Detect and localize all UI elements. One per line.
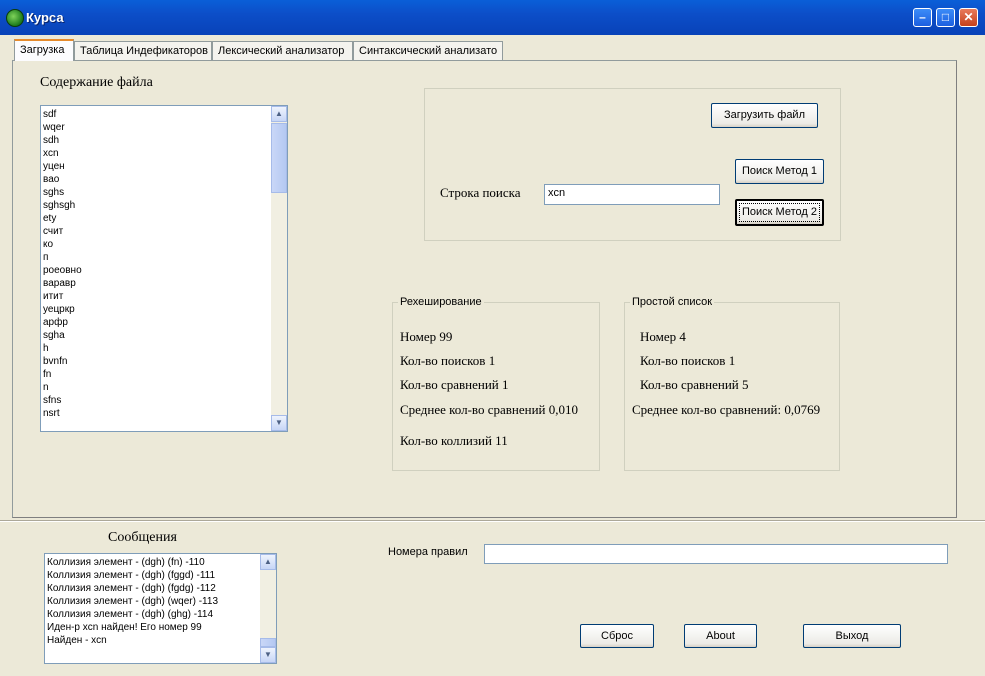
list-item[interactable]: уецркр	[43, 303, 82, 316]
messages-list[interactable]: Коллизия элемент - (dgh) (fn) -110 Коллиз…	[44, 553, 277, 664]
list-item[interactable]: sfns	[43, 394, 82, 407]
arrow-up-icon: ▲	[275, 109, 283, 118]
list-item[interactable]: nsrt	[43, 407, 82, 420]
list-item[interactable]: итит	[43, 290, 82, 303]
search-method1-button[interactable]: Поиск Метод 1	[735, 159, 824, 184]
simple-searches: Кол-во поисков 1	[640, 353, 736, 368]
list-item[interactable]: sghs	[43, 186, 82, 199]
arrow-up-icon: ▲	[264, 557, 272, 566]
search-input[interactable]: xcn	[544, 184, 720, 205]
maximize-icon: □	[941, 10, 950, 24]
list-item[interactable]: счит	[43, 225, 82, 238]
list-item[interactable]: fn	[43, 368, 82, 381]
rehash-group-title: Рехеширование	[398, 296, 484, 308]
messages-scroll-up-button[interactable]: ▲	[260, 554, 276, 570]
minimize-icon: –	[919, 10, 926, 24]
list-item[interactable]: wqer	[43, 121, 82, 134]
simple-number: Номер 4	[640, 329, 686, 344]
simple-average: Среднее кол-во сравнений: 0,0769	[632, 402, 821, 417]
reset-button[interactable]: Сброс	[580, 624, 654, 648]
message-item[interactable]: Найден - xcn	[47, 634, 218, 647]
message-item[interactable]: Коллизия элемент - (dgh) (wqer) -113	[47, 595, 218, 608]
list-item[interactable]: n	[43, 381, 82, 394]
list-item[interactable]: ety	[43, 212, 82, 225]
scroll-down-button[interactable]: ▼	[271, 415, 287, 431]
rules-label: Номера правил	[388, 546, 468, 558]
message-item[interactable]: Иден-р xcn найден! Его номер 99	[47, 621, 218, 634]
list-item[interactable]: h	[43, 342, 82, 355]
load-file-button[interactable]: Загрузить файл	[711, 103, 818, 128]
list-item[interactable]: ко	[43, 238, 82, 251]
rules-input[interactable]	[484, 544, 948, 564]
message-item[interactable]: Коллизия элемент - (dgh) (ghg) -114	[47, 608, 218, 621]
file-scrollbar[interactable]: ▲ ▼	[271, 106, 287, 431]
list-item[interactable]: xcn	[43, 147, 82, 160]
tab-syntax-analyzer[interactable]: Синтаксический анализато	[353, 41, 503, 60]
list-item[interactable]: sdh	[43, 134, 82, 147]
app-icon	[6, 9, 24, 27]
close-icon: ✕	[963, 10, 974, 24]
list-item[interactable]: вао	[43, 173, 82, 186]
list-item[interactable]: sdf	[43, 108, 82, 121]
rehash-searches: Кол-во поисков 1	[400, 353, 496, 368]
message-item[interactable]: Коллизия элемент - (dgh) (fn) -110	[47, 556, 218, 569]
rehash-comparisons: Кол-во сравнений 1	[400, 377, 509, 392]
search-method2-button[interactable]: Поиск Метод 2	[735, 199, 824, 226]
list-item[interactable]: варавр	[43, 277, 82, 290]
arrow-down-icon: ▼	[275, 418, 283, 427]
rehash-collisions: Кол-во коллизий 11	[400, 433, 508, 448]
message-item[interactable]: Коллизия элемент - (dgh) (fggd) -111	[47, 569, 218, 582]
file-content-list[interactable]: sdf wqer sdh xcn уцен вао sghs sghsgh ety счит ко п…	[40, 105, 288, 432]
simple-comparisons: Кол-во сравнений 5	[640, 377, 749, 392]
message-items: Коллизия элемент - (dgh) (fn) -110 Коллиз…	[47, 556, 218, 647]
scroll-up-button[interactable]: ▲	[271, 106, 287, 122]
rehash-average: Среднее кол-во сравнений 0,010	[400, 402, 579, 417]
file-items: sdf wqer sdh xcn уцен вао sghs sghsgh ety счит ко п…	[43, 108, 82, 420]
messages-scroll-down-button[interactable]: ▼	[260, 647, 276, 663]
minimize-button[interactable]: –	[913, 8, 932, 27]
list-item[interactable]: уцен	[43, 160, 82, 173]
messages-scrollbar[interactable]: ▲ ▼	[260, 554, 276, 663]
scroll-thumb[interactable]	[271, 123, 287, 193]
exit-button[interactable]: Выход	[803, 624, 901, 648]
rehash-number: Номер 99	[400, 329, 453, 344]
list-item[interactable]: sgha	[43, 329, 82, 342]
messages-scroll-thumb[interactable]	[260, 638, 276, 647]
search-label: Строка поиска	[440, 185, 521, 200]
tab-load[interactable]: Загрузка	[14, 39, 74, 61]
list-item[interactable]: bvnfn	[43, 355, 82, 368]
list-item[interactable]: sghsgh	[43, 199, 82, 212]
about-button[interactable]: About	[684, 624, 757, 648]
arrow-down-icon: ▼	[264, 650, 272, 659]
simple-list-group-title: Простой список	[630, 296, 715, 308]
tab-identifier-table[interactable]: Таблица Индефикаторов	[74, 41, 212, 60]
separator	[0, 520, 985, 522]
list-item[interactable]: п	[43, 251, 82, 264]
close-button[interactable]: ✕	[959, 8, 978, 27]
tab-lexical-analyzer[interactable]: Лексический анализатор	[212, 41, 353, 60]
messages-label: Сообщения	[108, 530, 177, 545]
file-content-label: Содержание файла	[40, 75, 153, 90]
list-item[interactable]: роеовно	[43, 264, 82, 277]
list-item[interactable]: арфр	[43, 316, 82, 329]
message-item[interactable]: Коллизия элемент - (dgh) (fgdg) -112	[47, 582, 218, 595]
window-title: Курса	[26, 10, 64, 25]
maximize-button[interactable]: □	[936, 8, 955, 27]
title-bar[interactable]	[0, 0, 985, 35]
